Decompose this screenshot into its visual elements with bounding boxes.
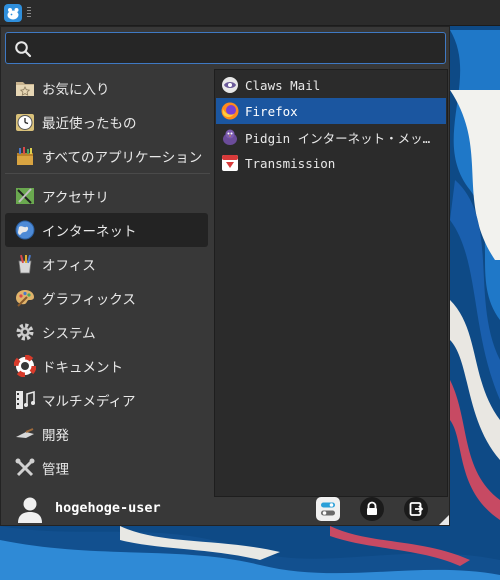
search-input[interactable] xyxy=(38,34,438,62)
application-list: Claws Mail Firefox Pidgin インターネット・メッ… Tr… xyxy=(214,69,448,497)
category-label: アクセサリ xyxy=(42,190,109,206)
multimedia-icon xyxy=(13,388,37,412)
username-label: hogehoge-user xyxy=(55,500,161,516)
category-documents[interactable]: ドキュメント xyxy=(5,349,208,383)
log-out-button[interactable] xyxy=(404,497,428,521)
category-accessories[interactable]: アクセサリ xyxy=(5,179,208,213)
accessories-icon xyxy=(13,184,37,208)
whisker-menu-button[interactable] xyxy=(4,4,22,22)
claws-mail-icon xyxy=(220,75,240,95)
category-internet[interactable]: インターネット xyxy=(5,213,208,247)
resize-grip[interactable] xyxy=(439,515,449,525)
category-label: グラフィックス xyxy=(42,292,136,308)
application-menu: お気に入り 最近使ったもの すべてのアプリケーション アクセサリ インターネット… xyxy=(0,26,450,526)
all-applications-icon xyxy=(13,144,37,168)
app-transmission[interactable]: Transmission xyxy=(216,150,446,176)
pidgin-icon xyxy=(220,127,240,147)
category-separator xyxy=(5,173,210,174)
menu-bottom-bar: hogehoge-user xyxy=(1,491,451,527)
user-avatar-icon xyxy=(18,497,42,523)
firefox-icon xyxy=(220,101,240,121)
app-label: Claws Mail xyxy=(245,77,321,93)
category-label: すべてのアプリケーション xyxy=(42,150,203,166)
category-label: 管理 xyxy=(42,462,69,478)
favorites-folder-icon xyxy=(13,76,37,100)
category-multimedia[interactable]: マルチメディア xyxy=(5,383,208,417)
internet-globe-icon xyxy=(13,218,37,242)
top-panel xyxy=(0,0,500,26)
category-system[interactable]: システム xyxy=(5,315,208,349)
category-office[interactable]: オフィス xyxy=(5,247,208,281)
transmission-icon xyxy=(220,153,240,173)
development-trowel-icon xyxy=(13,422,37,446)
settings-toggle-icon xyxy=(321,502,335,516)
category-label: お気に入り xyxy=(42,82,110,98)
category-favorites[interactable]: お気に入り xyxy=(5,71,208,105)
system-gear-icon xyxy=(13,320,37,344)
category-label: マルチメディア xyxy=(42,394,136,410)
recent-clock-icon xyxy=(13,110,37,134)
category-label: ドキュメント xyxy=(42,360,123,376)
app-claws-mail[interactable]: Claws Mail xyxy=(216,72,446,98)
lock-icon xyxy=(367,501,377,515)
lock-screen-button[interactable] xyxy=(360,497,384,521)
category-label: システム xyxy=(42,326,96,342)
app-label: Firefox xyxy=(245,103,298,119)
search-box[interactable] xyxy=(5,32,446,64)
category-graphics[interactable]: グラフィックス xyxy=(5,281,208,315)
category-label: 最近使ったもの xyxy=(42,116,137,132)
app-firefox[interactable]: Firefox xyxy=(216,98,446,124)
category-label: オフィス xyxy=(42,258,96,274)
category-administration[interactable]: 管理 xyxy=(5,451,208,485)
category-development[interactable]: 開発 xyxy=(5,417,208,451)
search-icon xyxy=(15,41,32,58)
xfce-mouse-icon xyxy=(7,8,19,20)
category-label: インターネット xyxy=(42,224,137,240)
panel-drag-handle[interactable] xyxy=(27,7,31,19)
app-pidgin[interactable]: Pidgin インターネット・メッ… xyxy=(216,124,446,150)
office-icon xyxy=(13,252,37,276)
category-label: 開発 xyxy=(42,428,69,444)
graphics-palette-icon xyxy=(13,286,37,310)
app-label: Transmission xyxy=(245,155,336,171)
documents-lifebuoy-icon xyxy=(13,354,37,378)
settings-tools-icon xyxy=(13,456,37,480)
category-all-applications[interactable]: すべてのアプリケーション xyxy=(5,139,208,173)
settings-manager-button[interactable] xyxy=(316,497,340,521)
app-label: Pidgin インターネット・メッ… xyxy=(245,130,431,146)
log-out-icon xyxy=(409,502,424,516)
category-recent[interactable]: 最近使ったもの xyxy=(5,105,208,139)
